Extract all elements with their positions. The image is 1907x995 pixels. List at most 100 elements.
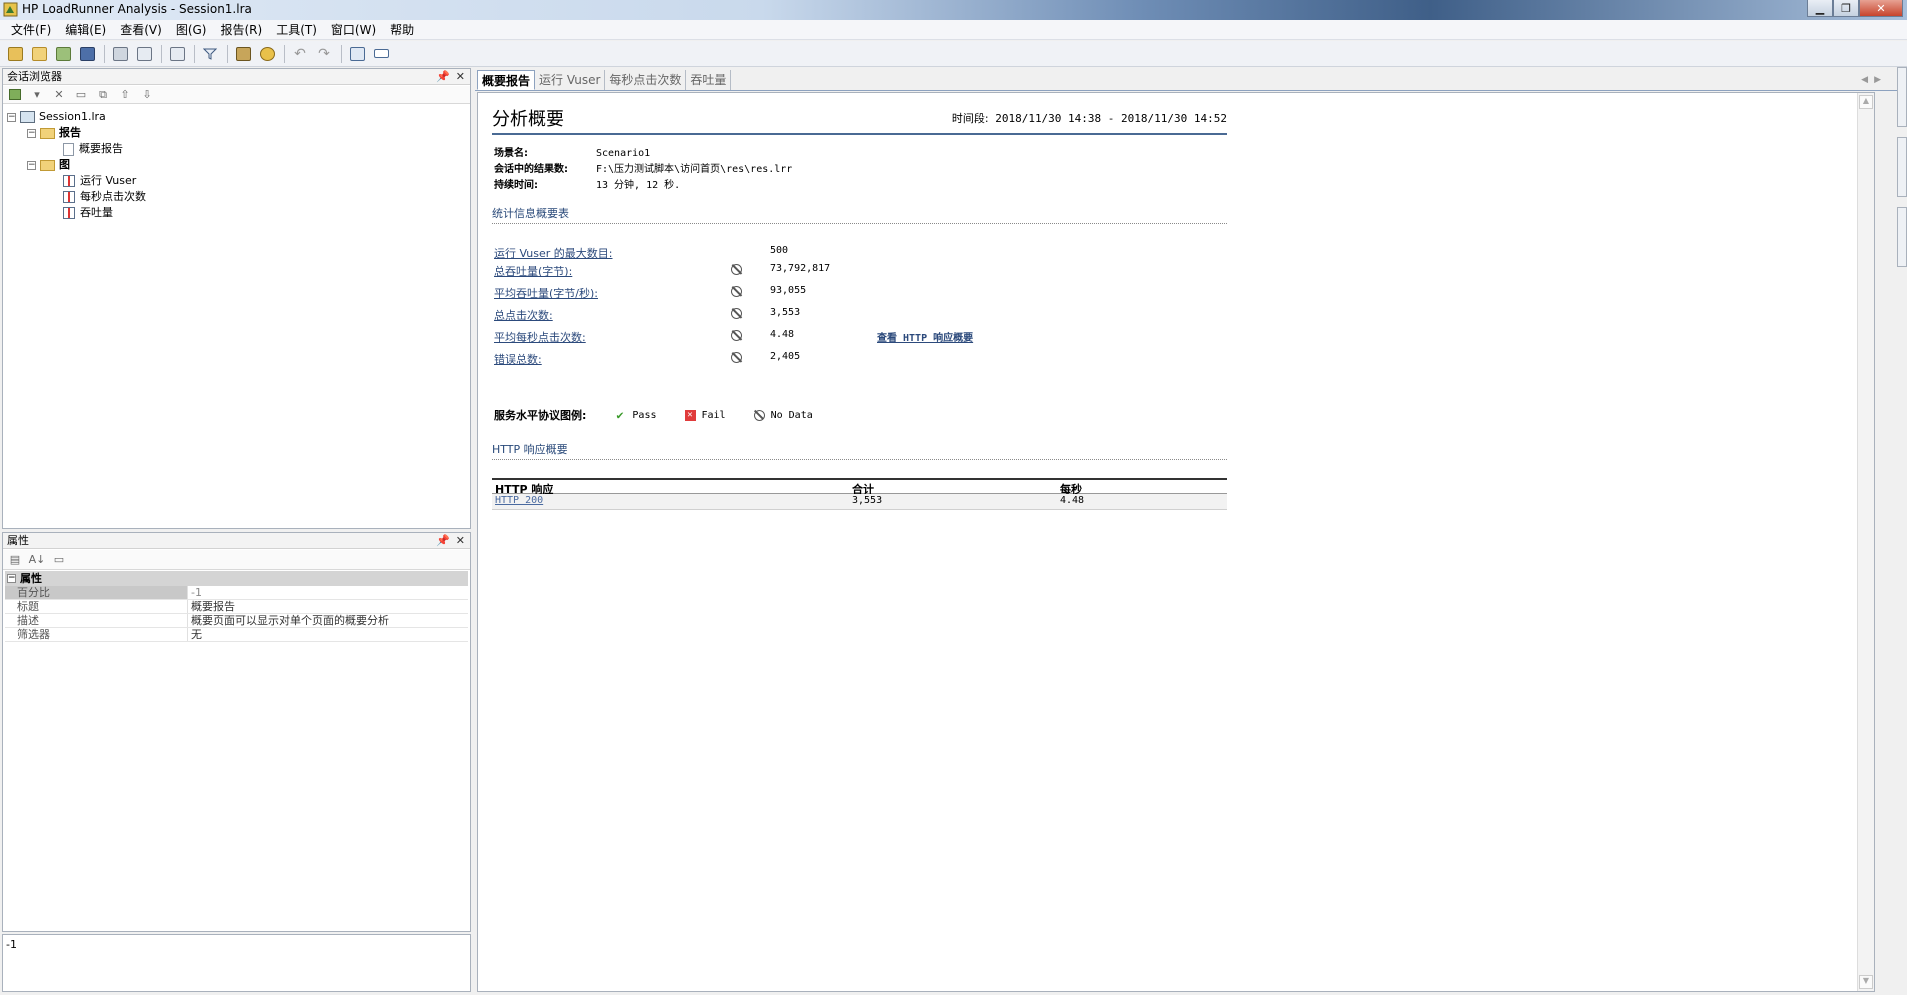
close-pane-icon[interactable]: ✕: [456, 533, 465, 549]
scroll-up-icon[interactable]: ▲: [1859, 95, 1873, 109]
tree-node-reports[interactable]: − 报告: [27, 125, 126, 141]
menu-view[interactable]: 查看(V): [113, 20, 169, 40]
stat-value: 2,405: [770, 351, 801, 362]
tree-node-graphs[interactable]: − 图: [27, 157, 126, 173]
tree-node-graph-running-vuser[interactable]: 运行 Vuser: [63, 173, 162, 189]
tab-hits-per-second[interactable]: 每秒点击次数: [605, 70, 687, 90]
property-row[interactable]: 标题 概要报告: [5, 600, 468, 614]
copy-button[interactable]: [166, 44, 188, 64]
property-row[interactable]: 描述 概要页面可以显示对单个页面的概要分析: [5, 614, 468, 628]
tree-node-graph-throughput[interactable]: 吞吐量: [63, 205, 162, 221]
stat-label[interactable]: 平均吞吐量(字节/秒):: [494, 285, 598, 301]
summary-report-view: 分析概要 时间段: 2018/11/30 14:38 - 2018/11/30 …: [477, 92, 1875, 992]
menu-tools[interactable]: 工具(T): [269, 20, 324, 40]
menu-graph[interactable]: 图(G): [169, 20, 214, 40]
pin-icon[interactable]: 📌: [436, 69, 450, 85]
collapse-icon[interactable]: −: [7, 574, 16, 583]
move-up-icon[interactable]: ⇧: [117, 88, 133, 102]
menu-bar: 文件(F) 编辑(E) 查看(V) 图(G) 报告(R) 工具(T) 窗口(W)…: [0, 20, 1907, 40]
stat-value: 93,055: [770, 285, 807, 296]
dropdown-arrow-icon[interactable]: ▾: [29, 88, 45, 102]
open-session-button[interactable]: [28, 44, 50, 64]
vertical-scrollbar[interactable]: ▲ ▼: [1857, 93, 1874, 991]
property-category[interactable]: − 属性: [5, 571, 468, 586]
restore-button[interactable]: ❐: [1833, 0, 1859, 17]
property-row[interactable]: 筛选器 无: [5, 628, 468, 642]
rename-icon[interactable]: ▭: [73, 88, 89, 102]
close-button[interactable]: ✕: [1859, 0, 1903, 17]
filter-button[interactable]: [199, 44, 221, 64]
save-icon: [79, 46, 95, 61]
property-value[interactable]: -1: [188, 586, 468, 599]
property-value[interactable]: 概要页面可以显示对单个页面的概要分析: [188, 614, 468, 627]
stats-divider: [492, 223, 1227, 224]
tab-running-vuser[interactable]: 运行 Vuser: [535, 70, 606, 90]
redo-button[interactable]: ↷: [313, 44, 335, 64]
sort-alpha-icon[interactable]: A↓: [29, 553, 46, 567]
no-data-icon: [731, 308, 742, 319]
stat-label[interactable]: 平均每秒点击次数:: [494, 329, 586, 345]
new-session-button[interactable]: [4, 44, 26, 64]
toolbar-separator: [104, 44, 105, 63]
tab-scroll-arrows-icon[interactable]: ◀▶: [1861, 75, 1887, 85]
stat-label[interactable]: 总吞吐量(字节):: [494, 263, 572, 279]
session-explorer-toggle[interactable]: [346, 44, 368, 64]
duplicate-icon[interactable]: ⧉: [95, 88, 111, 102]
no-data-icon: [731, 352, 742, 363]
undo-button[interactable]: ↶: [289, 44, 311, 64]
sla-fail: ✕ Fail: [684, 409, 726, 421]
close-pane-icon[interactable]: ✕: [456, 69, 465, 85]
toolbar-separator: [161, 44, 162, 63]
view-http-summary-link[interactable]: 查看 HTTP 响应概要: [877, 329, 973, 344]
tree-node-graph-hits-per-second[interactable]: 每秒点击次数: [63, 189, 162, 205]
categorized-icon[interactable]: ▤: [7, 553, 23, 567]
copy-icon: [169, 46, 185, 61]
save-button[interactable]: [76, 44, 98, 64]
dock-tab[interactable]: [1897, 207, 1907, 267]
minimize-button[interactable]: ▁: [1807, 0, 1833, 17]
duration-label: 持续时间:: [494, 180, 538, 191]
print-button[interactable]: [109, 44, 131, 64]
tab-throughput[interactable]: 吞吐量: [686, 70, 732, 90]
property-pages-icon[interactable]: ▭: [51, 553, 67, 567]
check-icon: ✔: [616, 408, 624, 422]
property-value[interactable]: 概要报告: [188, 600, 468, 613]
tree-node-summary-report[interactable]: 概要报告: [63, 141, 162, 157]
session-tree: − Session1.lra − 报告 概要报告 − 图 运行 Vuser 每秒…: [7, 109, 146, 221]
dock-tab[interactable]: [1897, 137, 1907, 197]
import-button[interactable]: [52, 44, 74, 64]
menu-report[interactable]: 报告(R): [213, 20, 269, 40]
print-preview-button[interactable]: [133, 44, 155, 64]
property-row[interactable]: 百分比 -1: [5, 586, 468, 600]
scroll-down-icon[interactable]: ▼: [1859, 975, 1873, 989]
stat-label[interactable]: 总点击次数:: [494, 307, 553, 323]
tree-node-session[interactable]: − Session1.lra: [7, 109, 106, 125]
session-browser-header: 会话浏览器 📌 ✕: [3, 69, 470, 85]
tab-summary-report[interactable]: 概要报告: [477, 70, 536, 90]
merge-graphs-button[interactable]: [232, 44, 254, 64]
properties-toggle[interactable]: [370, 44, 392, 64]
property-value[interactable]: 无: [188, 628, 468, 641]
stat-label[interactable]: 错误总数:: [494, 351, 542, 367]
menu-window[interactable]: 窗口(W): [324, 20, 383, 40]
menu-file[interactable]: 文件(F): [4, 20, 58, 40]
dock-tab[interactable]: [1897, 67, 1907, 127]
property-description-box: -1: [2, 934, 471, 992]
collapse-icon[interactable]: −: [7, 112, 16, 122]
http-per-second: 4.48: [1060, 495, 1085, 506]
cross-result-button[interactable]: [256, 44, 278, 64]
properties-icon: [373, 49, 389, 58]
move-down-icon[interactable]: ⇩: [139, 88, 155, 102]
collapse-icon[interactable]: −: [27, 128, 36, 138]
add-new-item-icon[interactable]: [7, 88, 23, 102]
http-response-link[interactable]: HTTP 200: [495, 495, 543, 506]
menu-help[interactable]: 帮助: [383, 20, 421, 40]
no-data-icon: [731, 264, 742, 275]
pin-icon[interactable]: 📌: [436, 533, 450, 549]
sla-pass: ✔ Pass: [616, 408, 656, 422]
window-title: HP LoadRunner Analysis - Session1.lra: [22, 2, 252, 16]
stat-label[interactable]: 运行 Vuser 的最大数目:: [494, 245, 612, 261]
menu-edit[interactable]: 编辑(E): [58, 20, 113, 40]
collapse-icon[interactable]: −: [27, 160, 36, 170]
delete-icon[interactable]: ✕: [51, 88, 67, 102]
